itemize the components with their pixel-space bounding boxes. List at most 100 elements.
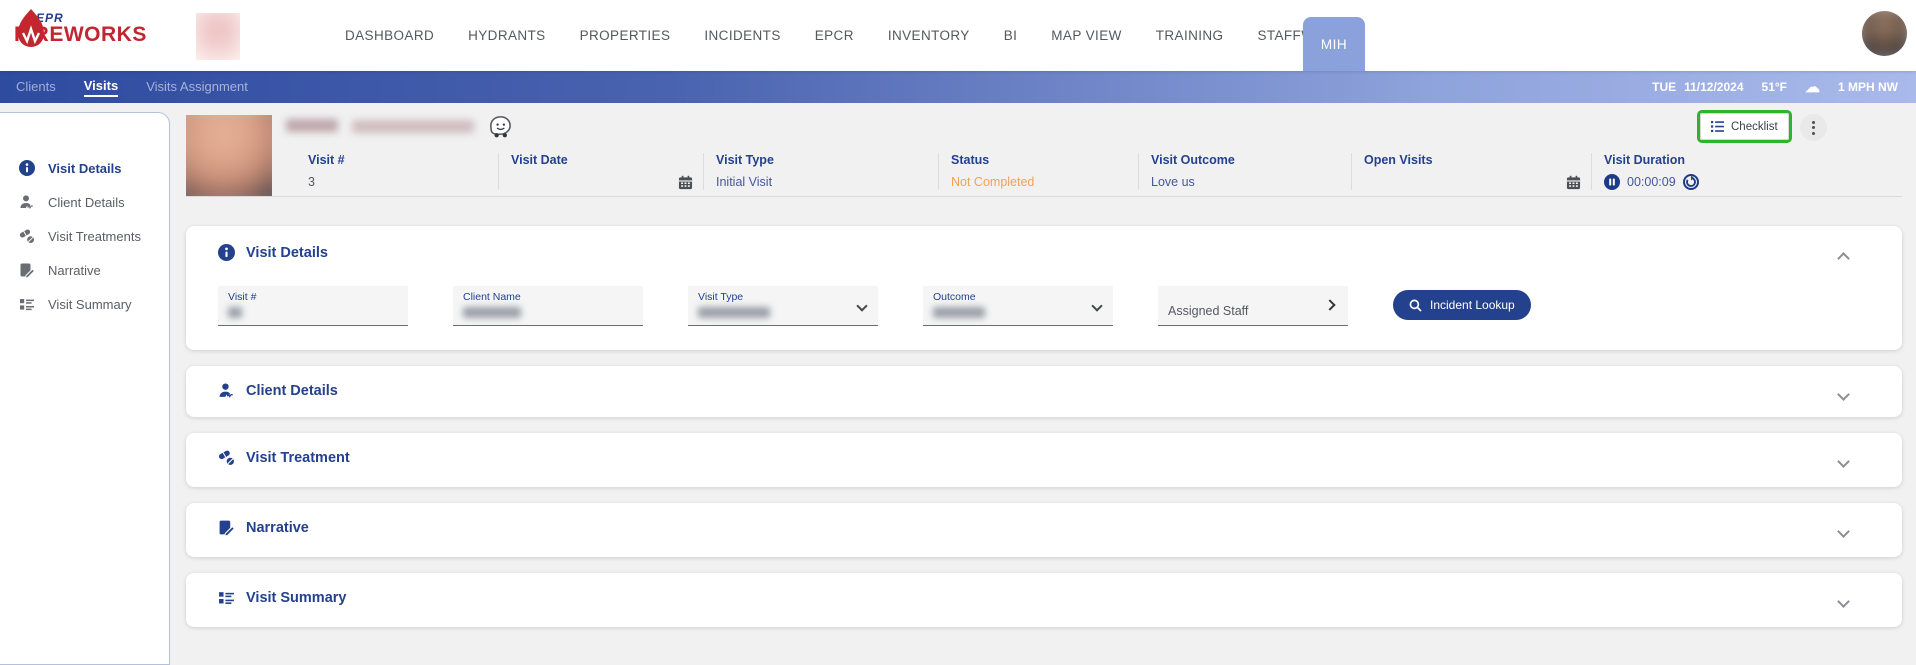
subtab-clients[interactable]: Clients (16, 79, 56, 96)
redacted-value (463, 307, 521, 318)
visit-number-field[interactable]: Visit # (218, 286, 408, 326)
stat-value-open-visits (1364, 174, 1591, 189)
expand-chevron-down-icon[interactable] (1837, 595, 1850, 608)
stat-value-visit-outcome: Love us (1151, 174, 1351, 189)
stat-label-visit-type: Visit Type (716, 153, 938, 167)
visit-details-panel: Visit Details Visit # Client Name Visit … (186, 226, 1902, 350)
field-label: Assigned Staff (1168, 304, 1248, 318)
stat-label-visit-outcome: Visit Outcome (1151, 153, 1351, 167)
expand-chevron-down-icon[interactable] (1837, 525, 1850, 538)
field-label: Outcome (933, 291, 1105, 303)
narrative-icon (218, 519, 235, 536)
stat-value-visit-date (511, 174, 703, 189)
outcome-select[interactable]: Outcome (923, 286, 1113, 326)
more-options-kebab-button[interactable] (1800, 114, 1827, 141)
nav-training[interactable]: TRAINING (1156, 28, 1224, 43)
primary-nav: DASHBOARD HYDRANTS PROPERTIES INCIDENTS … (345, 0, 1354, 71)
nav-incidents[interactable]: INCIDENTS (704, 28, 780, 43)
client-details-panel: Client Details (186, 366, 1902, 417)
client-avatar (186, 115, 272, 196)
subtab-visits-assignment[interactable]: Visits Assignment (146, 79, 248, 96)
header-divider (186, 196, 1902, 197)
calendar-icon[interactable] (678, 175, 693, 190)
panel-title: Client Details (246, 383, 338, 399)
client-name-redacted (286, 119, 338, 132)
stat-label-status: Status (951, 153, 1138, 167)
panel-title: Visit Details (246, 245, 328, 261)
client-name-field[interactable]: Client Name (453, 286, 643, 326)
visit-type-select[interactable]: Visit Type (688, 286, 878, 326)
panel-title: Narrative (246, 520, 309, 536)
client-photo-thumbnail (196, 13, 240, 60)
sidebar-item-label: Visit Treatments (48, 229, 141, 244)
nav-bi[interactable]: BI (1004, 28, 1018, 43)
top-nav-bar: EPR FIREWORKS DASHBOARD HYDRANTS PROPERT… (0, 0, 1916, 71)
waze-navigation-icon[interactable] (487, 114, 514, 141)
narrative-icon (19, 262, 35, 278)
chevron-right-icon (1324, 299, 1335, 310)
sidebar-item-label: Client Details (48, 195, 125, 210)
checklist-button[interactable]: Checklist (1700, 113, 1789, 140)
client-address-redacted (352, 120, 474, 133)
sub-nav-bar: Clients Visits Visits Assignment TUE 11/… (0, 71, 1916, 103)
expand-chevron-down-icon[interactable] (1837, 455, 1850, 468)
visit-sections-sidebar: Visit Details Client Details Visit Treat… (0, 112, 170, 665)
temperature-label: 51°F (1762, 80, 1787, 94)
sidebar-item-narrative[interactable]: Narrative (0, 253, 169, 287)
search-icon (1409, 299, 1422, 312)
field-label: Visit # (228, 291, 400, 303)
checklist-highlight-box: Checklist (1697, 110, 1792, 143)
sidebar-item-label: Narrative (48, 263, 101, 278)
stat-label-open-visits: Open Visits (1364, 153, 1591, 167)
sidebar-item-label: Visit Summary (48, 297, 132, 312)
date-label: 11/12/2024 (1684, 80, 1743, 94)
sidebar-item-client-details[interactable]: Client Details (0, 185, 169, 219)
checklist-list-icon (1711, 120, 1724, 133)
pause-timer-icon[interactable] (1604, 174, 1620, 190)
nav-dashboard[interactable]: DASHBOARD (345, 28, 434, 43)
user-avatar[interactable] (1862, 11, 1907, 56)
subtab-visits-active[interactable]: Visits (84, 78, 118, 97)
panel-title: Visit Treatment (246, 450, 350, 466)
summary-icon (19, 296, 35, 312)
info-icon (19, 160, 35, 176)
panel-title: Visit Summary (246, 590, 346, 606)
sidebar-item-visit-details[interactable]: Visit Details (0, 151, 169, 185)
nav-hydrants[interactable]: HYDRANTS (468, 28, 545, 43)
weather-status: TUE 11/12/2024 51°F ☁ 1 MPH NW (1652, 71, 1898, 103)
nav-inventory[interactable]: INVENTORY (888, 28, 970, 43)
stat-value-visit-duration: 00:00:09 (1627, 175, 1676, 189)
person-icon (19, 194, 35, 210)
stat-label-visit-duration: Visit Duration (1604, 153, 1776, 167)
visit-treatment-panel: Visit Treatment (186, 433, 1902, 487)
nav-mih-active-tab[interactable]: MIH (1303, 17, 1365, 71)
nav-properties[interactable]: PROPERTIES (580, 28, 671, 43)
weekday-label: TUE (1652, 80, 1676, 94)
visit-summary-panel: Visit Summary (186, 573, 1902, 627)
flame-logo-icon (14, 7, 48, 51)
stat-value-visit-type: Initial Visit (716, 174, 938, 189)
incident-lookup-label: Incident Lookup (1430, 298, 1515, 312)
redacted-value (933, 307, 985, 318)
summary-icon (218, 589, 235, 606)
checklist-button-label: Checklist (1731, 121, 1778, 133)
nav-map-view[interactable]: MAP VIEW (1051, 28, 1121, 43)
expand-chevron-down-icon[interactable] (1837, 388, 1850, 401)
field-label: Visit Type (698, 291, 870, 303)
nav-epcr[interactable]: EPCR (815, 28, 854, 43)
sidebar-item-visit-treatments[interactable]: Visit Treatments (0, 219, 169, 253)
redacted-value (698, 307, 770, 318)
field-label: Client Name (463, 291, 635, 303)
stat-label-visit-date: Visit Date (511, 153, 703, 167)
stat-label-visit-number: Visit # (308, 153, 498, 167)
collapse-chevron-up-icon[interactable] (1837, 252, 1850, 265)
wind-label: 1 MPH NW (1838, 80, 1898, 94)
reset-timer-icon[interactable] (1683, 174, 1699, 190)
assigned-staff-field[interactable]: Assigned Staff (1158, 286, 1348, 326)
weather-cloud-icon: ☁ (1805, 80, 1820, 95)
incident-lookup-button[interactable]: Incident Lookup (1393, 290, 1531, 320)
sidebar-item-visit-summary[interactable]: Visit Summary (0, 287, 169, 321)
stat-value-status: Not Completed (951, 174, 1138, 189)
narrative-panel: Narrative (186, 503, 1902, 557)
calendar-icon[interactable] (1566, 175, 1581, 190)
